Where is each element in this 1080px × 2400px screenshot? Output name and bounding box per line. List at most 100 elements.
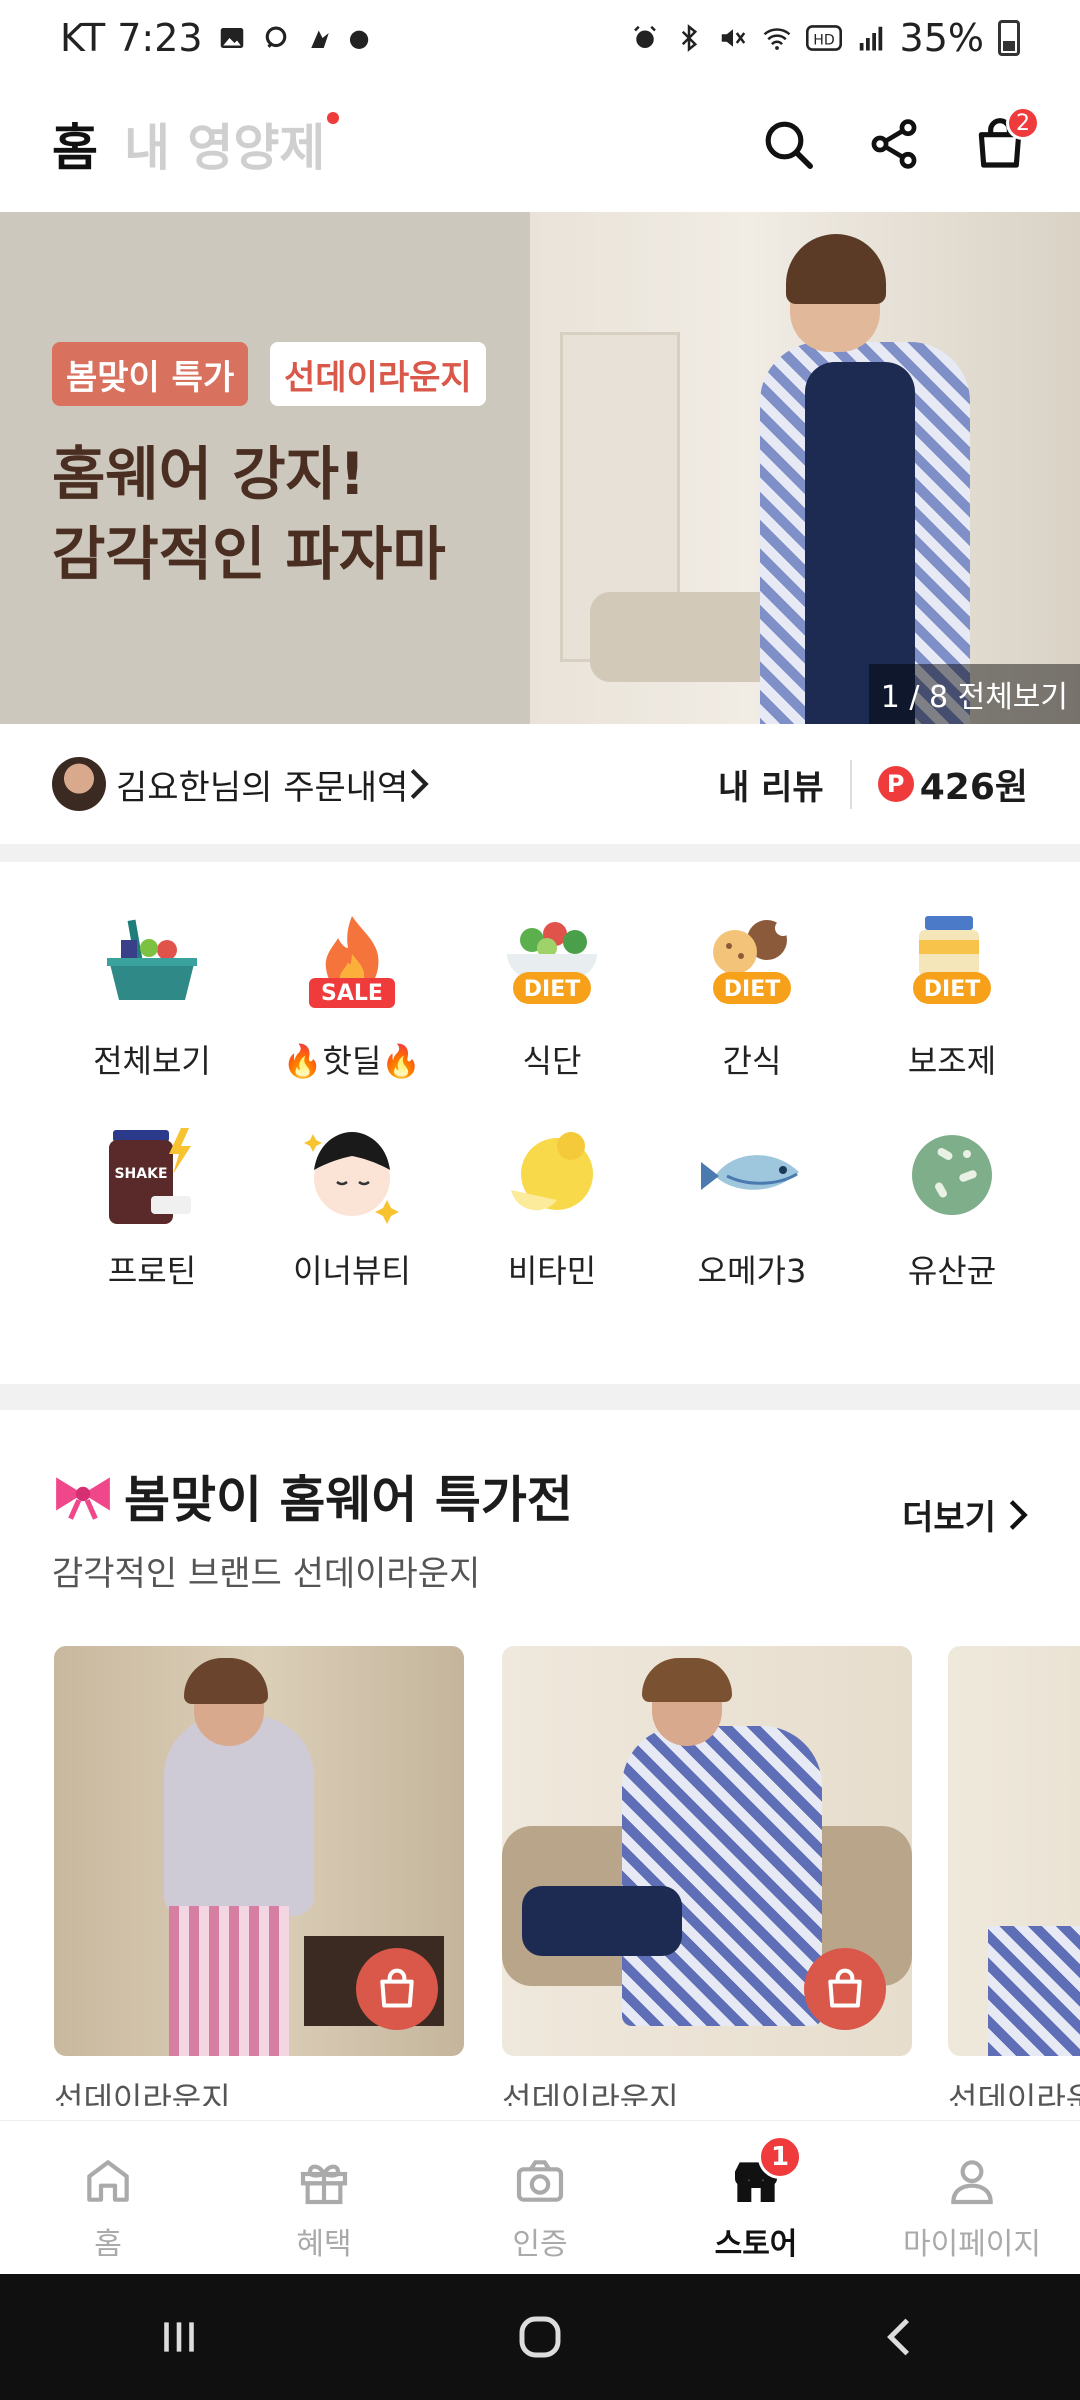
status-bar: KT 7:23 ● HD 35% [0,0,1080,76]
category-inner-beauty[interactable]: 이너뷰티 [252,1120,452,1330]
wifi-icon [763,28,790,50]
category-label: 간식 [722,1042,782,1080]
diet-snack-icon: DIET [713,920,791,1004]
product-carousel[interactable]: 선데이라운지 선데이라운지 선데이라운 [54,1646,1080,2106]
banner-title: 홈웨어 강자! 감각적인 파자마 [52,434,446,594]
diet-meal-icon: DIET [507,922,597,1004]
ribbon-icon [56,1477,110,1520]
category-protein[interactable]: SHAKE 프로틴 [52,1120,252,1330]
diet-supplement-icon: DIET [913,916,991,1004]
tab-home[interactable]: 홈 [52,108,98,180]
promo-banner[interactable]: 봄맞이 특가 선데이라운지 홈웨어 강자! 감각적인 파자마 1 / 8 전체보… [0,212,1080,724]
category-label: 🔥핫딜🔥 [282,1042,422,1080]
category-diet-meal[interactable]: DIET 식단 [452,910,652,1120]
category-label: 식단 [522,1042,582,1080]
battery-icon [998,20,1020,56]
category-hot-deal[interactable]: SALE 🔥핫딜🔥 [252,910,452,1120]
search-icon[interactable] [760,116,816,172]
section-title: 봄맞이 홈웨어 특가전 [52,1460,1028,1532]
chevron-right-icon [411,768,430,800]
nav-label: 스토어 [714,2227,798,2262]
add-to-cart-button[interactable] [804,1948,886,2030]
product-card[interactable]: 선데이라운지 [502,1646,912,2106]
category-label: 비타민 [507,1252,597,1290]
hd-icon: HD [805,25,842,51]
carrier-time: KT 7:23 [60,16,203,60]
promo-section-header: 봄맞이 홈웨어 특가전 감각적인 브랜드 선데이라운지 더보기 [52,1460,1028,1595]
nav-label: 홈 [94,2227,122,2262]
svg-text:DIET: DIET [924,977,980,1002]
add-to-cart-button[interactable] [356,1948,438,2030]
category-diet-supplement[interactable]: DIET 보조제 [852,910,1052,1120]
fire-sale-icon: SALE [309,916,395,1008]
category-vitamin[interactable]: 비타민 [452,1120,652,1330]
signal-icon [859,26,882,51]
svg-text:DIET: DIET [724,977,780,1002]
recent-apps-icon[interactable] [154,2312,204,2362]
category-label: 보조제 [907,1042,997,1080]
product-brand: 선데이라운지 [502,2080,679,2106]
more-dot-icon: ● [348,24,370,52]
svg-text:SHAKE: SHAKE [114,1166,167,1182]
svg-text:DIET: DIET [524,977,580,1002]
shopping-bag-icon [380,1968,414,2008]
fish-icon [701,1155,799,1190]
product-image [948,1646,1080,2056]
nav-mypage[interactable]: 마이페이지 [864,2121,1080,2274]
nav-certify[interactable]: 인증 [432,2121,648,2274]
chevron-right-icon [1009,1499,1028,1530]
cart-count-badge: 2 [1006,106,1040,140]
nav-store[interactable]: 1 스토어 [648,2121,864,2274]
svg-text:HD: HD [813,32,835,48]
nav-home[interactable]: 홈 [0,2121,216,2274]
camera-icon [516,2160,564,2202]
basket-icon [107,919,197,1000]
battery-percent: 35% [899,16,984,60]
shopping-bag-icon [828,1968,862,2008]
nav-benefits[interactable]: 혜택 [216,2121,432,2274]
section-title-text: 봄맞이 홈웨어 특가전 [124,1471,573,1529]
share-icon[interactable] [866,116,922,172]
tab-my-supplements-label: 내 영양제 [124,119,326,177]
banner-pager-view-all[interactable]: 1 / 8 전체보기 [868,664,1080,724]
category-diet-snack[interactable]: DIET 간식 [652,910,852,1120]
mute-icon [721,29,745,47]
order-history-link[interactable]: 김요한님의 주문내역 [116,760,408,809]
points-link[interactable]: P 426원 [877,758,1028,810]
section-subtitle: 감각적인 브랜드 선데이라운지 [52,1554,481,1594]
product-card[interactable]: 선데이라운 [948,1646,1080,2106]
store-icon-wrap: 1 [728,2135,802,2209]
back-icon[interactable] [876,2312,926,2362]
home-icon [87,2160,129,2202]
cart-button[interactable]: 2 [972,106,1040,172]
bluetooth-icon [681,24,697,52]
category-grid: 전체보기 SALE 🔥핫딜🔥 DIET 식단 DIET 간식 DIET 보조제 … [0,880,1080,1380]
banner-title-line2: 감각적인 파자마 [52,520,446,588]
category-all[interactable]: 전체보기 [52,910,252,1120]
nav-label: 혜택 [296,2227,352,2262]
banner-tag-spring-sale: 봄맞이 특가 [52,342,249,406]
points-value: 426원 [919,767,1028,808]
new-dot [327,112,340,124]
gallery-icon [220,28,243,48]
alarm-icon [633,25,656,48]
my-review-link[interactable]: 내 리뷰 [718,759,852,809]
nav-label: 인증 [512,2227,568,2262]
home-button-icon[interactable] [513,2310,567,2364]
category-label: 전체보기 [93,1042,211,1080]
section-divider [0,1384,1080,1410]
more-button[interactable]: 더보기 [902,1490,1028,1539]
top-header: 홈 내 영양제 2 [0,76,1080,212]
inner-beauty-icon [304,1132,399,1224]
banner-title-line1: 홈웨어 강자! [52,440,366,508]
order-summary-row: 김요한님의 주문내역 내 리뷰 P 426원 [0,724,1080,862]
category-probiotic[interactable]: 유산균 [852,1120,1052,1330]
product-card[interactable]: 선데이라운지 [54,1646,464,2106]
system-navigation-bar [0,2274,1080,2400]
product-brand: 선데이라운 [948,2080,1080,2106]
store-badge: 1 [758,2135,802,2179]
person-icon [951,2160,993,2205]
category-omega3[interactable]: 오메가3 [652,1120,852,1330]
tab-my-supplements[interactable]: 내 영양제 [124,108,340,180]
nav-label: 마이페이지 [903,2227,1041,2262]
